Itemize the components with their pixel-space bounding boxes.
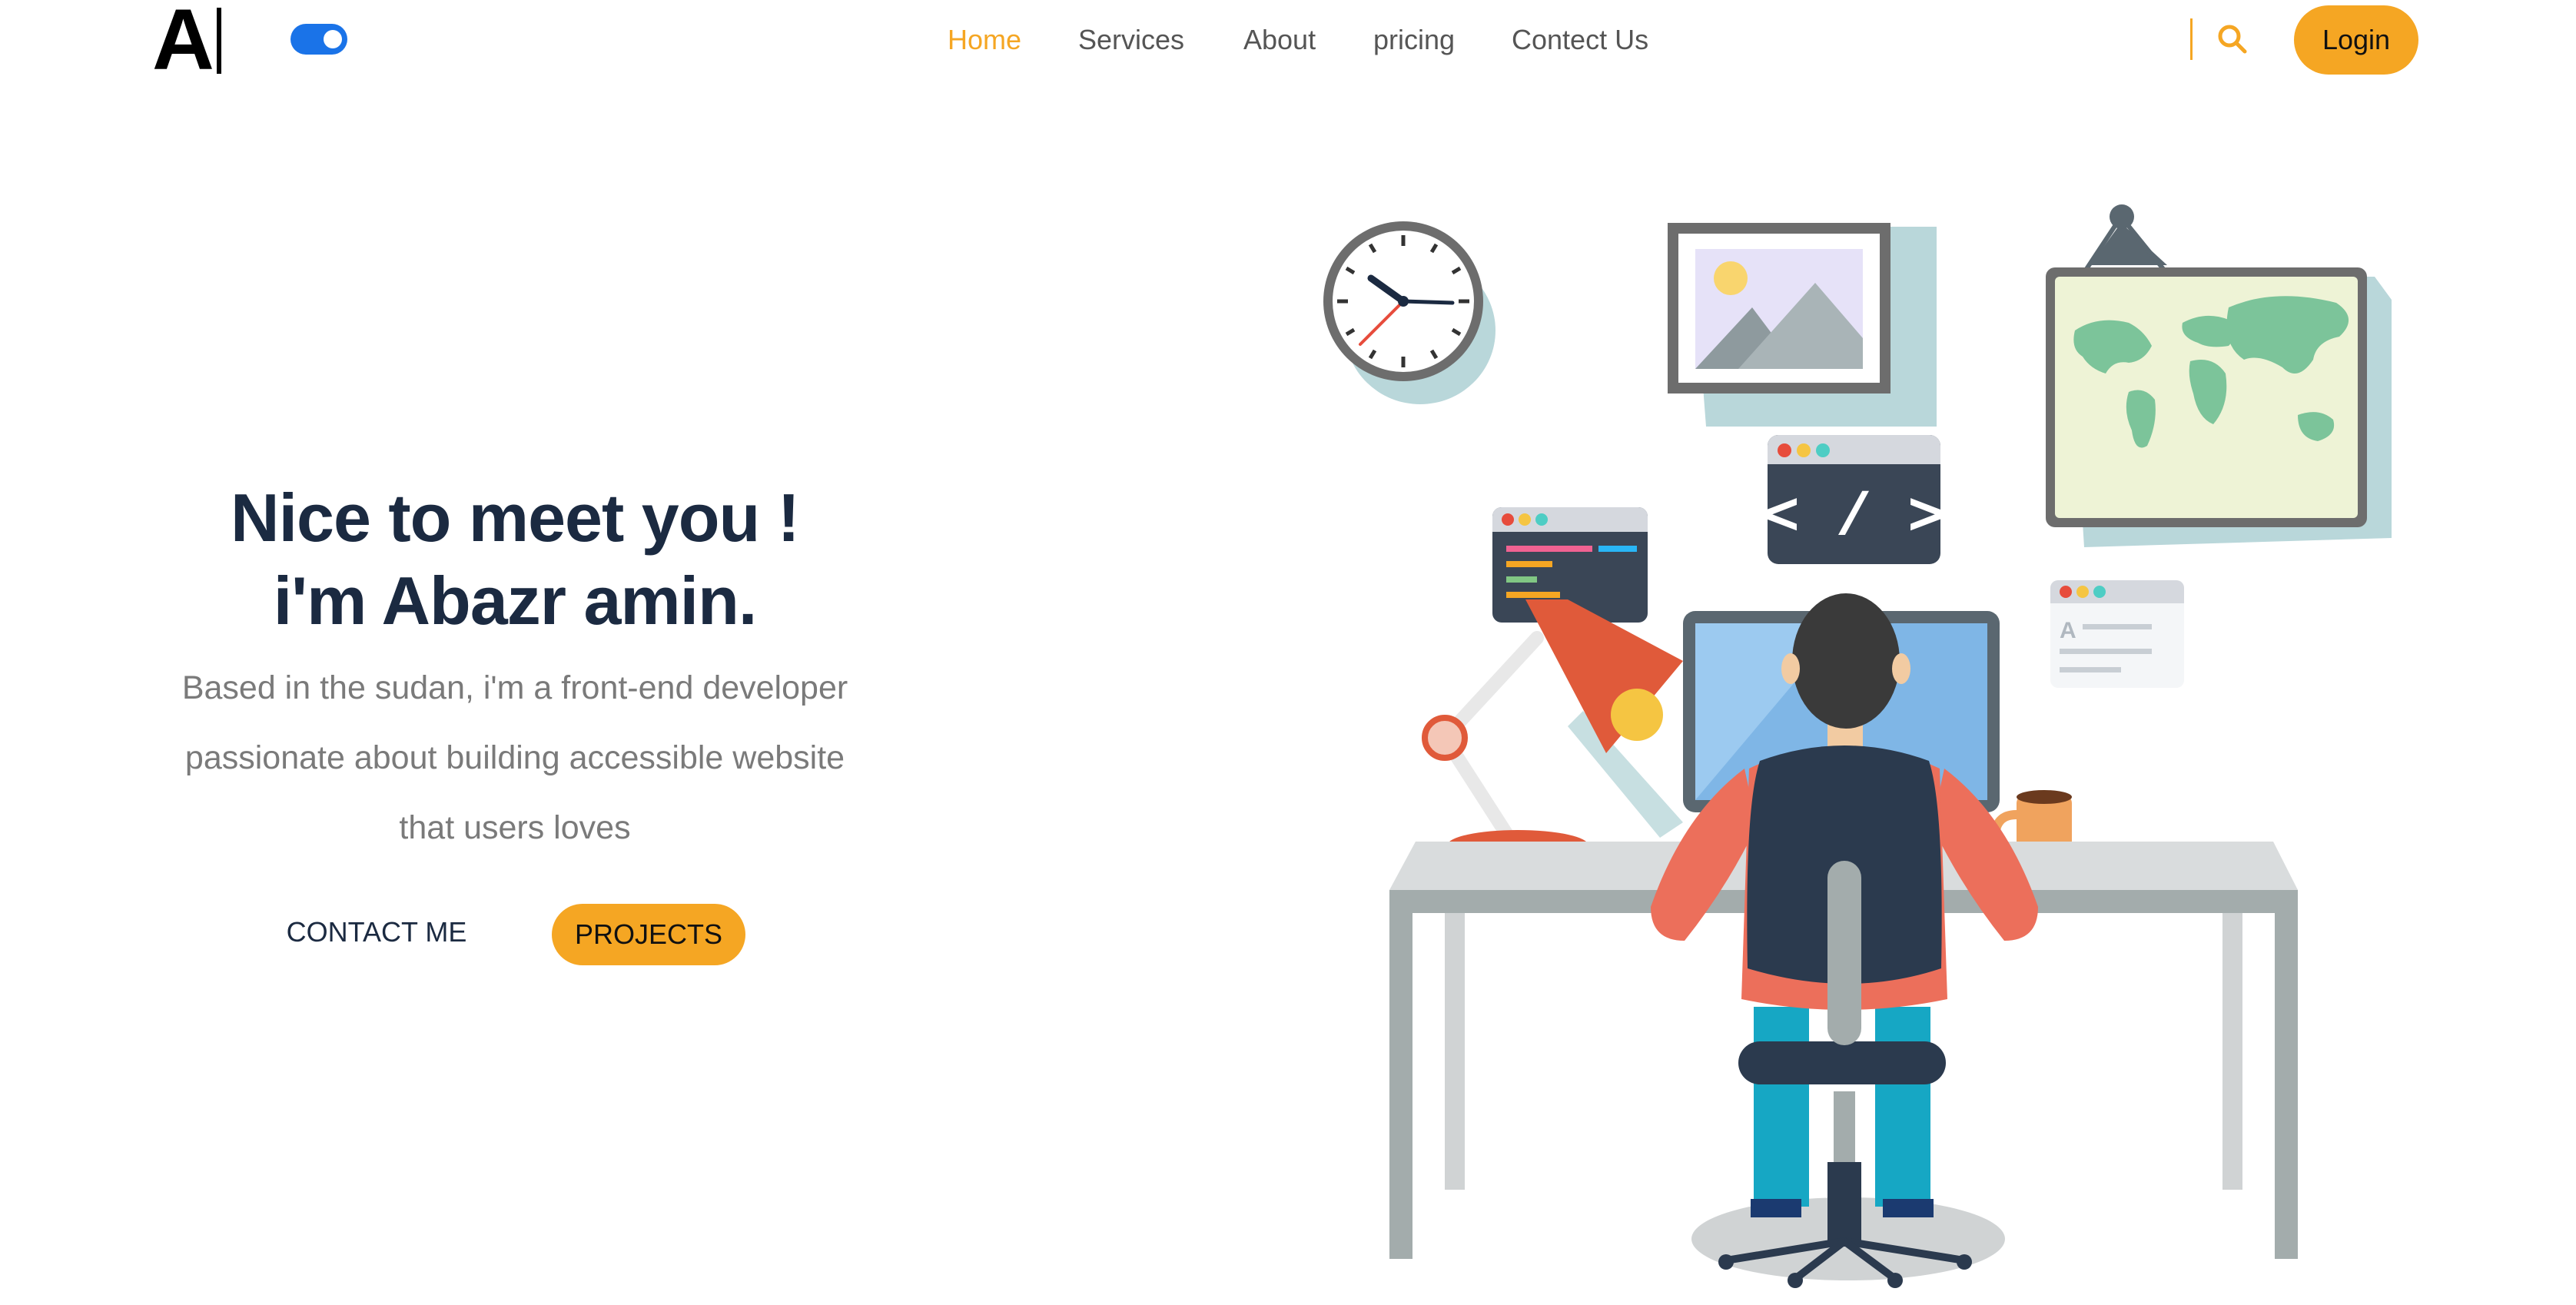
hero-desc-line-3: that users loves (399, 809, 631, 846)
nav-pricing[interactable]: pricing (1373, 22, 1455, 58)
logo[interactable]: A (152, 0, 214, 83)
theme-toggle[interactable] (290, 24, 347, 55)
framed-picture-icon (1668, 223, 1937, 427)
hero-title: Nice to meet you ! i'm Abazr amin. (123, 477, 907, 643)
projects-button[interactable]: PROJECTS (552, 904, 745, 965)
page: A Home Services About pricing Contect Us… (0, 0, 2576, 1305)
toggle-knob (324, 30, 342, 48)
nav-services[interactable]: Services (1078, 22, 1184, 58)
code-symbol-text: < / > (1764, 485, 1944, 553)
hero-intro: Nice to meet you ! i'm Abazr amin. Based… (123, 477, 907, 863)
hero-desc-line-2: passionate about building accessible web… (184, 739, 845, 776)
login-button[interactable]: Login (2294, 5, 2418, 75)
top-navbar: A Home Services About pricing Contect Us… (0, 0, 2576, 83)
search-icon (2218, 25, 2247, 54)
desk-lamp-icon (1422, 599, 1683, 861)
wall-clock-icon (1323, 221, 1495, 404)
code-window-icon: < / > (1764, 435, 1944, 564)
hero-description: Based in the sudan, i'm a front-end deve… (123, 653, 907, 863)
hero-title-line-1: Nice to meet you ! (231, 480, 800, 556)
hero-desc-line-1: Based in the sudan, i'm a front-end deve… (181, 669, 848, 706)
card-letter-text: A (2060, 618, 2076, 643)
search-button[interactable] (2213, 20, 2252, 58)
contact-me-button[interactable]: CONTACT ME (254, 901, 500, 964)
hero-buttons: CONTACT ME PROJECTS (254, 901, 792, 965)
nav-home[interactable]: Home (948, 22, 1021, 58)
developer-illustration: < / > A (1283, 192, 2452, 1299)
hero-title-line-2: i'm Abazr amin. (273, 563, 758, 639)
nav-contact-us[interactable]: Contect Us (1512, 22, 1648, 58)
developer-desk-illustration: < / > A (1323, 204, 2392, 1288)
world-map-icon (2046, 204, 2392, 547)
logo-cursor-bar (217, 8, 221, 74)
text-card-icon: A (2050, 580, 2184, 688)
nav-about[interactable]: About (1243, 22, 1316, 58)
nav-separator (2190, 18, 2193, 60)
